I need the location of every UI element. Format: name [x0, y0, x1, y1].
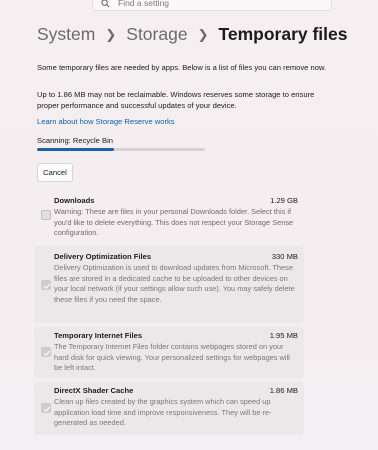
storage-reserve-link[interactable]: Learn about how Storage Reserve works: [37, 117, 175, 126]
category-downloads[interactable]: Downloads 1.29 GB Warning: These are fil…: [34, 192, 304, 244]
category-size: 330 MB: [271, 252, 298, 261]
checkmark-icon: [43, 350, 51, 357]
category-delivery-optimization[interactable]: Delivery Optimization Files 330 MB Deliv…: [34, 246, 304, 323]
category-description: Delivery Optimization is used to downloa…: [54, 263, 295, 304]
chevron-right-icon: ❯: [197, 26, 209, 42]
category-temporary-internet-files[interactable]: Temporary Internet Files 1.95 MB The Tem…: [34, 327, 304, 378]
search-icon: [101, 0, 110, 7]
breadcrumb: System ❯ Storage ❯ Temporary files: [37, 24, 348, 45]
category-description: The Temporary Internet Files folder cont…: [54, 342, 290, 373]
cancel-button[interactable]: Cancel: [37, 163, 73, 182]
checkmark-icon: [43, 283, 51, 290]
category-title: Downloads: [54, 196, 95, 205]
checkmark-icon: [43, 406, 51, 413]
category-title: Delivery Optimization Files: [54, 252, 152, 261]
chevron-right-icon: ❯: [105, 26, 117, 42]
category-size: 1.95 MB: [269, 331, 298, 340]
scan-progress-fill: [37, 148, 115, 151]
reserve-text: Up to 1.86 MB may not be reclaimable. Wi…: [37, 90, 315, 110]
downloads-checkbox[interactable]: [41, 210, 51, 220]
scan-progress-bar: [37, 148, 205, 151]
category-size: 1.29 GB: [270, 196, 298, 205]
breadcrumb-system[interactable]: System: [37, 24, 95, 45]
category-description: Warning: These are files in your persona…: [54, 207, 294, 238]
search-placeholder: Find a setting: [118, 0, 170, 8]
search-box[interactable]: Find a setting: [92, 0, 332, 11]
category-description: Clean up files created by the graphics s…: [54, 397, 272, 428]
directx-shader-cache-checkbox[interactable]: [41, 403, 51, 413]
scan-status: Scanning: Recycle Bin: [37, 136, 113, 145]
category-size: 1.86 MB: [269, 386, 298, 395]
breadcrumb-storage[interactable]: Storage: [126, 24, 187, 45]
category-title: DirectX Shader Cache: [54, 386, 134, 395]
page-title: Temporary files: [218, 24, 348, 44]
category-directx-shader-cache[interactable]: DirectX Shader Cache 1.86 MB Clean up fi…: [34, 382, 304, 435]
category-title: Temporary Internet Files: [54, 331, 143, 340]
intro-text: Some temporary files are needed by apps.…: [37, 63, 327, 72]
temporary-internet-files-checkbox[interactable]: [41, 347, 51, 357]
delivery-optimization-checkbox[interactable]: [41, 280, 51, 290]
